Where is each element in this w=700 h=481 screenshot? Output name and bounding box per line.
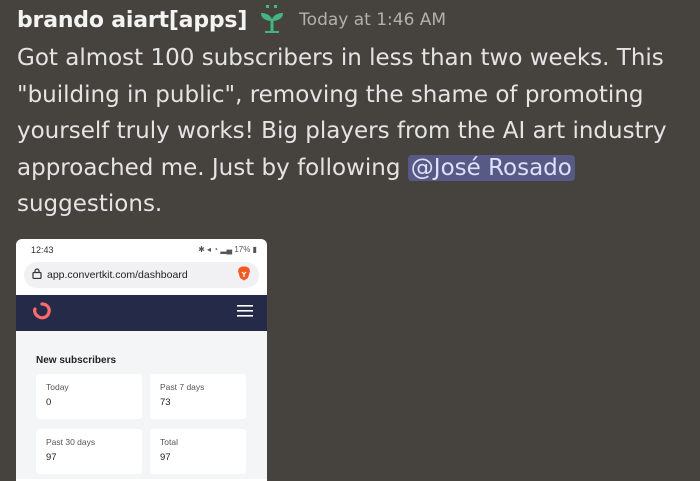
attached-screenshot[interactable]: 12:43 ✱ ◂ ◔ ▂▄ 17% ▮ app.convertkit.com/…	[16, 239, 267, 481]
status-icons: ✱ ◂ ◔ ▂▄ 17% ▮	[198, 245, 257, 254]
timestamp: Today at 1:46 AM	[299, 10, 447, 30]
convertkit-logo-icon	[32, 301, 52, 326]
brave-lion-icon	[237, 266, 251, 284]
battery-level: 17%	[234, 245, 251, 254]
message-header: brando aiart[apps] Today at 1:46 AM	[17, 4, 446, 36]
section-title: New subscribers	[36, 355, 117, 366]
stat-value: 73	[160, 397, 171, 408]
message-text: Got almost 100 subscribers in less than …	[17, 40, 692, 223]
sprout-icon[interactable]	[257, 5, 287, 35]
stat-label: Total	[160, 437, 178, 447]
phone-status-bar: 12:43 ✱ ◂ ◔ ▂▄ 17% ▮	[16, 239, 267, 260]
stat-label: Today	[46, 382, 69, 392]
stats-grid: Today 0 Past 7 days 73 Past 30 days 97 T…	[36, 374, 259, 474]
app-navbar	[16, 295, 267, 331]
message-text-part: suggestions.	[17, 191, 163, 217]
lock-icon	[32, 268, 42, 282]
status-time: 12:43	[31, 244, 54, 255]
hamburger-menu-icon	[237, 304, 253, 322]
stat-value: 97	[46, 452, 57, 463]
stat-value: 97	[160, 452, 171, 463]
stat-card: Total 97	[150, 429, 246, 474]
stat-card: Past 30 days 97	[36, 429, 142, 474]
stat-label: Past 7 days	[160, 382, 205, 392]
browser-url-bar: app.convertkit.com/dashboard	[24, 262, 259, 288]
username[interactable]: brando aiart[apps]	[17, 8, 247, 33]
stat-card: Today 0	[36, 374, 142, 419]
dashboard-content: New subscribers Today 0 Past 7 days 73 P…	[16, 331, 267, 479]
url-text: app.convertkit.com/dashboard	[47, 269, 188, 281]
stat-label: Past 30 days	[46, 437, 96, 447]
stat-card: Past 7 days 73	[150, 374, 246, 419]
user-mention[interactable]: @José Rosado	[407, 154, 575, 181]
stat-value: 0	[46, 397, 52, 408]
